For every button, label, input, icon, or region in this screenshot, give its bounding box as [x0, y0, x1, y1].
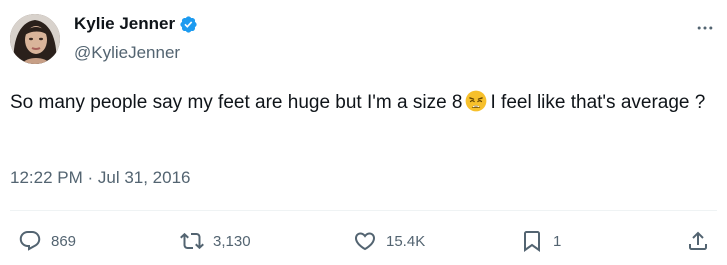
bookmark-button[interactable]: 1 [520, 226, 561, 256]
divider [10, 210, 717, 211]
reply-icon [19, 231, 41, 251]
reply-count: 869 [51, 232, 77, 250]
share-icon [689, 231, 707, 250]
avatar[interactable] [10, 14, 60, 64]
tweet-card: Kylie Jenner @KylieJenner So many people… [0, 0, 727, 265]
tweet-text-part2: I feel like that's average ? [490, 92, 706, 113]
heart-icon [354, 232, 376, 251]
repost-icon [180, 232, 204, 250]
like-count: 15.4K [386, 232, 426, 250]
repost-count: 3,130 [213, 232, 251, 250]
share-button[interactable] [686, 226, 710, 256]
weary-face-emoji-icon [466, 90, 487, 112]
repost-button[interactable]: 3,130 [180, 226, 251, 256]
reply-button[interactable]: 869 [18, 226, 76, 256]
more-options-icon[interactable] [695, 18, 715, 38]
verified-badge-icon [180, 15, 197, 33]
bookmark-count: 1 [553, 232, 562, 250]
like-button[interactable]: 15.4K [353, 226, 425, 256]
tweet-text-part1: So many people say my feet are huge but … [10, 92, 463, 113]
author-display-name[interactable]: Kylie Jenner [74, 14, 175, 34]
bookmark-icon [524, 231, 540, 252]
avatar-image [10, 14, 60, 64]
author-handle[interactable]: @KylieJenner [74, 43, 180, 63]
tweet-timestamp[interactable]: 12:22 PM · Jul 31, 2016 [10, 168, 191, 188]
action-bar: 869 3,130 15.4K 1 [0, 226, 727, 256]
author-name-row: Kylie Jenner [74, 14, 198, 34]
tweet-text: So many people say my feet are huge but … [10, 88, 710, 118]
